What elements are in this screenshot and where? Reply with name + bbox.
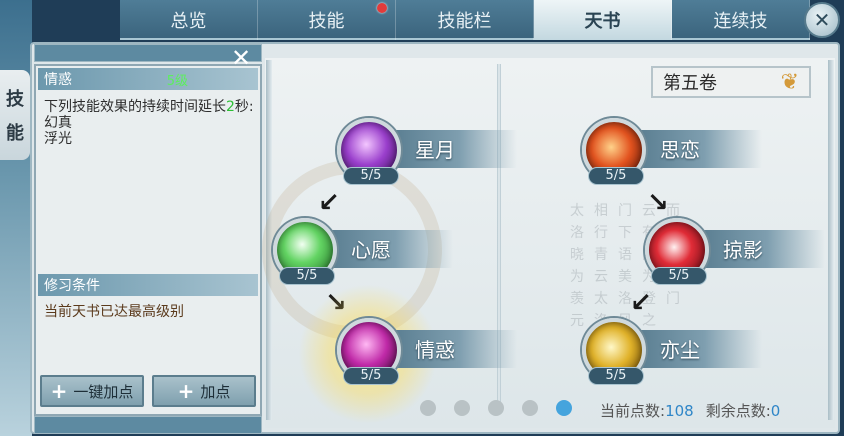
plus-icon: +	[50, 379, 68, 403]
remaining-points-label: 剩余点数:	[705, 402, 771, 420]
page-dot-current[interactable]	[556, 400, 572, 416]
node-count: 5/5	[588, 167, 644, 185]
node-name: 星月	[415, 138, 455, 162]
tab-label: 天书	[584, 11, 621, 32]
affected-skill: 浮光	[44, 131, 72, 147]
left-panel-bottom-border	[34, 416, 262, 434]
affected-skill: 幻真	[44, 115, 72, 131]
requirement-title: 修习条件	[44, 278, 100, 294]
node-count: 5/5	[343, 367, 399, 385]
side-tab-skill[interactable]: 技 能	[0, 70, 30, 160]
remaining-points-value: 0	[770, 402, 781, 420]
volume-dropdown[interactable]: 第五卷 ❦	[651, 66, 811, 98]
tab-overview[interactable]: 总览	[120, 0, 258, 40]
skill-header: 情惑 5级	[38, 68, 258, 90]
tab-label: 连续技	[713, 11, 768, 32]
tree-right-frame	[828, 60, 834, 420]
arrow-icon: ↙	[630, 288, 652, 318]
node-name: 心愿	[351, 238, 391, 262]
current-points-label: 当前点数:	[600, 402, 666, 420]
skill-node-lueying[interactable]: 掠影 5/5	[645, 218, 825, 290]
page-dot[interactable]	[522, 400, 538, 416]
node-name: 思恋	[660, 138, 700, 162]
plus-icon: +	[177, 379, 195, 403]
page-indicator	[420, 400, 572, 416]
page-dot[interactable]	[420, 400, 436, 416]
volume-label: 第五卷	[663, 73, 717, 94]
node-count: 5/5	[588, 367, 644, 385]
skill-node-xinyuan[interactable]: 心愿 5/5	[273, 218, 453, 290]
side-label-char-1: 技	[6, 89, 24, 110]
skill-node-qinghuo[interactable]: 情惑 5/5	[337, 318, 517, 390]
add-point-button[interactable]: + 加点	[152, 375, 256, 407]
points-summary: 当前点数:108 剩余点数:0	[600, 400, 780, 421]
arrow-icon: ↘	[647, 188, 669, 218]
desc-suffix: 秒:	[234, 99, 254, 115]
node-count: 5/5	[343, 167, 399, 185]
node-count: 5/5	[279, 267, 335, 285]
page-dot[interactable]	[454, 400, 470, 416]
skill-node-yichen[interactable]: 亦尘 5/5	[582, 318, 762, 390]
node-name: 情惑	[415, 338, 455, 362]
skill-level: 5级	[166, 73, 188, 89]
notification-dot-icon	[377, 3, 387, 13]
skill-node-xingyue[interactable]: 星月 5/5	[337, 118, 517, 190]
requirement-header: 修习条件	[38, 274, 258, 296]
button-label: 一键加点	[73, 382, 134, 401]
tab-tianshu[interactable]: 天书	[534, 0, 672, 40]
current-points-value: 108	[665, 402, 694, 420]
close-icon: ✕	[813, 8, 831, 32]
button-label: 加点	[200, 382, 231, 401]
tab-label: 技能栏	[437, 11, 492, 32]
top-tab-bar: 总览 技能 技能栏 天书 连续技	[120, 0, 810, 40]
desc-prefix: 下列技能效果的持续时间延长	[44, 99, 226, 115]
arrow-icon: ↙	[318, 188, 340, 218]
tab-combo[interactable]: 连续技	[672, 0, 810, 40]
side-label-char-2: 能	[6, 123, 24, 144]
skill-description: 下列技能效果的持续时间延长2秒: 幻真 浮光	[44, 99, 256, 147]
one-click-add-button[interactable]: + 一键加点	[40, 375, 144, 407]
requirement-text: 当前天书已达最高级别	[44, 304, 184, 320]
node-name: 亦尘	[660, 338, 700, 362]
skill-node-silian[interactable]: 思恋 5/5	[582, 118, 762, 190]
left-background-strip	[0, 0, 32, 436]
desc-number: 2	[226, 99, 235, 115]
tab-skill-bar[interactable]: 技能栏	[396, 0, 534, 40]
tab-label: 技能	[308, 11, 345, 32]
chevron-down-icon: ❦	[780, 70, 799, 95]
node-count: 5/5	[651, 267, 707, 285]
skill-name: 情惑	[44, 72, 72, 88]
tab-skills[interactable]: 技能	[258, 0, 396, 40]
page-dot[interactable]	[488, 400, 504, 416]
tab-label: 总览	[170, 11, 207, 32]
node-name: 掠影	[723, 238, 763, 262]
close-button[interactable]: ✕	[804, 2, 840, 38]
